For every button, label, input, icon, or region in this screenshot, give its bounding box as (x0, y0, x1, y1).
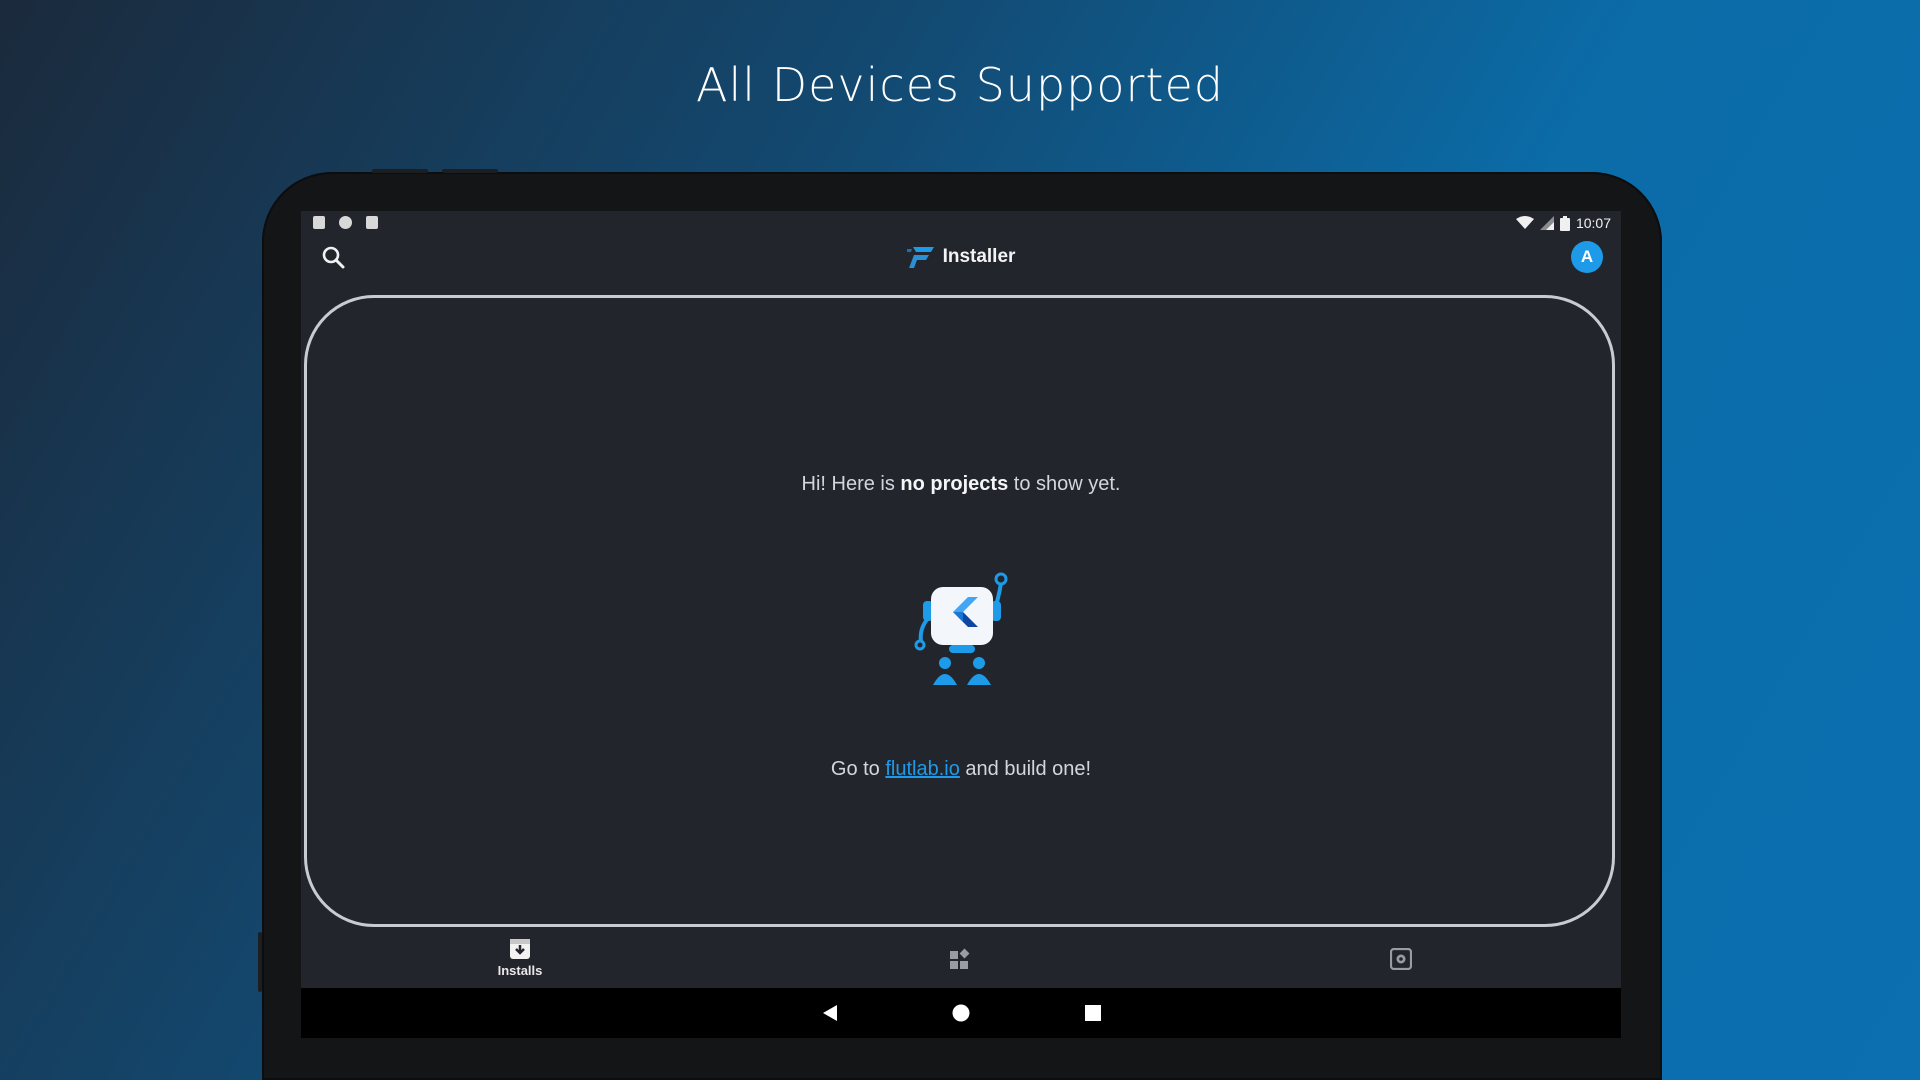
side-button (258, 932, 262, 992)
status-bar: 10:07 (301, 211, 1621, 237)
flutlab-link[interactable]: flutlab.io (885, 758, 960, 780)
build-message-post: and build one! (959, 758, 1092, 780)
back-button[interactable] (817, 1000, 843, 1026)
nav-settings[interactable] (1341, 948, 1461, 973)
sd-card-icon (366, 216, 378, 229)
volume-button (372, 169, 428, 173)
flutlab-logo-icon (906, 247, 934, 268)
empty-message-bold: no projects (900, 473, 1009, 495)
empty-message-pre: Hi! Here is (801, 473, 901, 495)
status-time: 10:07 (1575, 215, 1611, 231)
app-brand: Installer (301, 244, 1621, 270)
bottom-nav: Installs (301, 932, 1621, 988)
empty-message: Hi! Here is no projects to show yet. (301, 473, 1621, 496)
sync-icon (339, 216, 352, 229)
nav-installs-label: Installs (497, 963, 543, 978)
home-icon (952, 1004, 970, 1022)
build-message: Go to flutlab.io and build one! (301, 758, 1621, 781)
recents-icon (1085, 1005, 1101, 1021)
power-button (442, 169, 498, 173)
nav-dashboard[interactable] (900, 948, 1020, 973)
wifi-icon (1515, 216, 1534, 229)
battery-icon (1559, 215, 1570, 231)
app-bar: Installer A (301, 237, 1621, 279)
dashboard-icon (950, 948, 970, 969)
flutter-robot-icon (911, 567, 1013, 687)
home-button[interactable] (948, 1000, 974, 1026)
app-title: Installer (942, 246, 1016, 267)
avatar[interactable]: A (1571, 241, 1603, 273)
system-nav-bar (301, 988, 1621, 1038)
headline: All Devices Supported (696, 58, 1224, 112)
device-screen: 10:07 Installer A Hi! Here is no project… (301, 211, 1621, 1038)
nav-installs[interactable]: Installs (460, 938, 580, 978)
build-message-pre: Go to (830, 758, 886, 780)
back-icon (823, 1005, 837, 1021)
notification-a-icon (313, 216, 325, 229)
empty-message-post: to show yet. (1008, 473, 1121, 495)
installs-icon (510, 939, 530, 959)
cell-signal-icon (1539, 216, 1554, 230)
recents-button[interactable] (1080, 1000, 1106, 1026)
settings-icon (1390, 948, 1412, 970)
